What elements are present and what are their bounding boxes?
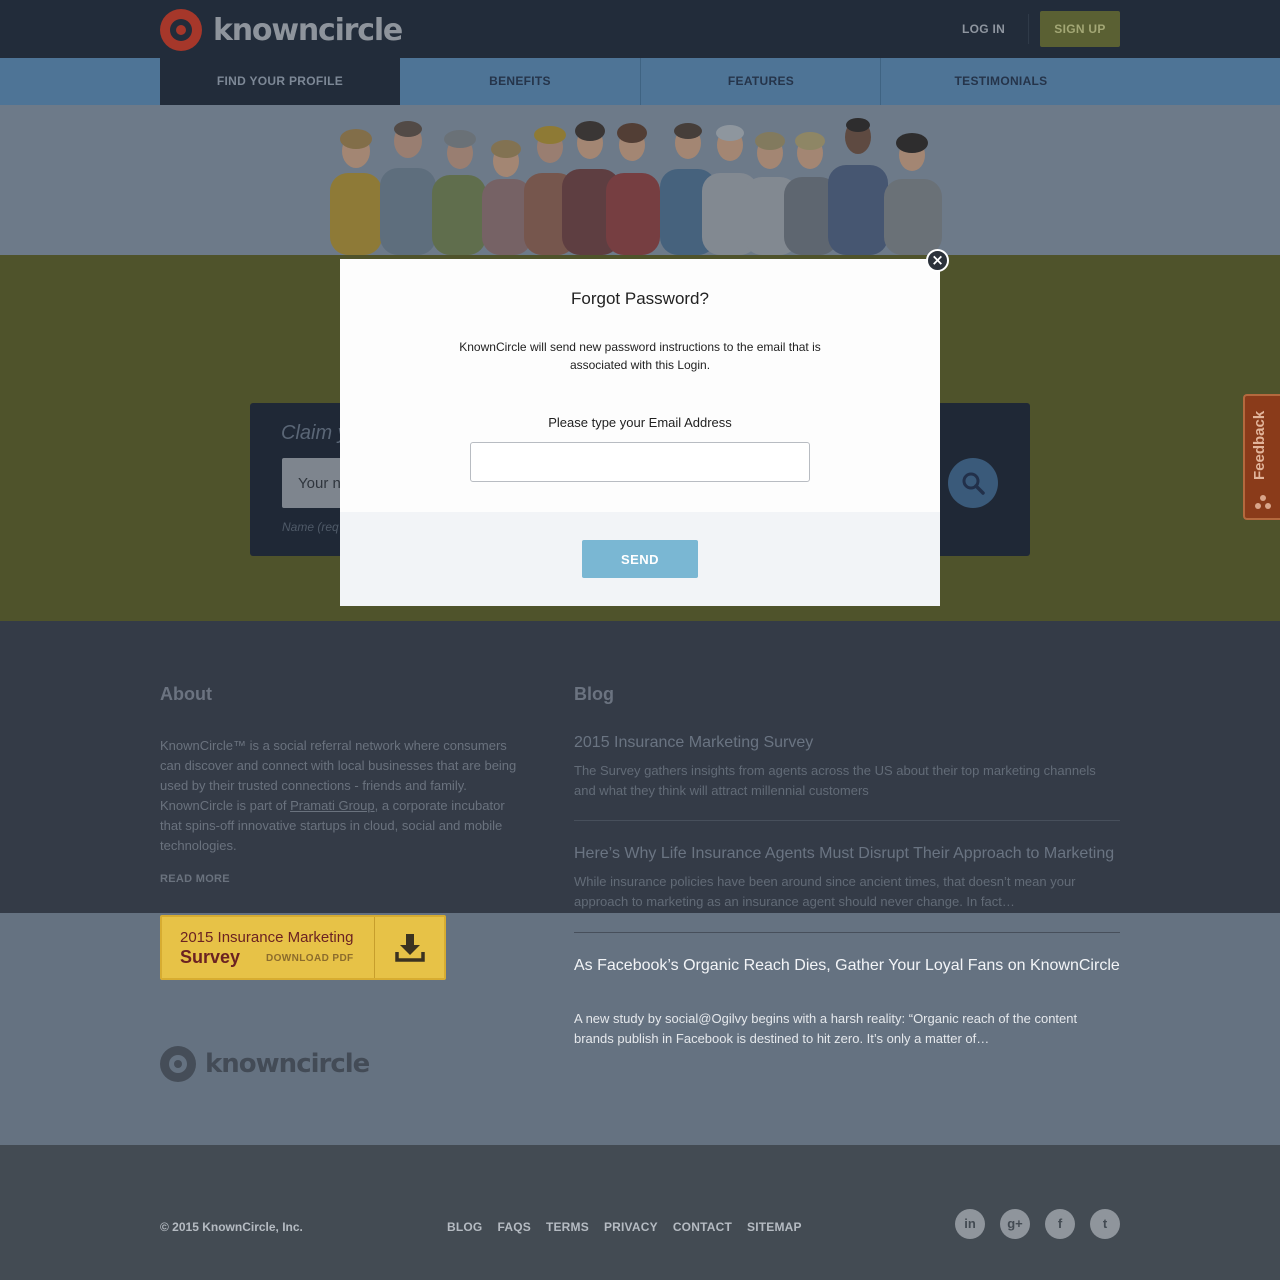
main-nav: FIND YOUR PROFILE BENEFITS FEATURES TEST… [0, 58, 1280, 105]
about-text: KnownCircle™ is a social referral networ… [160, 736, 520, 856]
footer-link-terms[interactable]: TERMS [546, 1220, 589, 1234]
feedback-label: Feedback [1251, 410, 1268, 480]
claim-hint: Name (req [282, 520, 339, 534]
bottom-links: BLOG FAQS TERMS PRIVACY CONTACT SITEMAP [447, 1220, 817, 1234]
blog-post-title[interactable]: As Facebook’s Organic Reach Dies, Gather… [574, 953, 1120, 978]
copyright: © 2015 KnownCircle, Inc. [160, 1220, 303, 1234]
survey-download-button[interactable]: 2015 Insurance Marketing Survey DOWNLOAD… [160, 915, 446, 980]
feedback-icon [1255, 495, 1271, 509]
pramati-group-link[interactable]: Pramati Group [290, 798, 375, 813]
logo[interactable]: knowncircle [160, 9, 403, 51]
nav-features[interactable]: FEATURES [641, 58, 881, 105]
survey-download-label: DOWNLOAD PDF [266, 953, 354, 964]
close-icon[interactable]: × [926, 249, 949, 272]
search-icon [962, 472, 985, 495]
feedback-tab[interactable]: Feedback [1243, 394, 1280, 520]
blog-post-excerpt: A new study by social@Ogilvy begins with… [574, 1011, 1078, 1046]
nav-testimonials[interactable]: TESTIMONIALS [881, 58, 1121, 105]
login-link[interactable]: LOG IN [962, 22, 1005, 36]
signup-button[interactable]: SIGN UP [1040, 11, 1120, 47]
hero-banner [0, 105, 1280, 255]
forgot-password-modal: Forgot Password? KnownCircle will send n… [340, 259, 940, 606]
read-more-link[interactable]: READ MORE [160, 873, 230, 885]
footer-logo[interactable]: knowncircle [160, 1046, 370, 1082]
nav-find-your-profile[interactable]: FIND YOUR PROFILE [160, 58, 400, 105]
blog-post-title[interactable]: 2015 Insurance Marketing Survey [574, 730, 1120, 755]
blog-divider [574, 820, 1120, 821]
people-group-image [330, 118, 942, 255]
modal-description: KnownCircle will send new password instr… [459, 340, 821, 372]
blog-post-excerpt: The Survey gathers insights from agents … [574, 763, 1096, 798]
footer-link-faqs[interactable]: FAQS [497, 1220, 530, 1234]
google-plus-icon[interactable]: g+ [1000, 1209, 1030, 1239]
modal-title: Forgot Password? [571, 289, 709, 308]
download-icon [395, 934, 425, 962]
knowncircle-logo-icon [160, 1046, 196, 1082]
send-button[interactable]: SEND [582, 540, 698, 578]
facebook-icon[interactable]: f [1045, 1209, 1075, 1239]
blog-post-excerpt: While insurance policies have been aroun… [574, 874, 1076, 909]
footer-link-sitemap[interactable]: SITEMAP [747, 1220, 802, 1234]
blog-divider [574, 932, 1120, 933]
about-heading: About [160, 684, 212, 704]
survey-subtitle: Survey [180, 947, 241, 967]
search-button[interactable] [948, 458, 998, 508]
footer-logo-text: knowncircle [205, 1049, 370, 1079]
knowncircle-logo-icon [160, 9, 202, 51]
header-divider [1028, 14, 1029, 44]
logo-text: knowncircle [213, 12, 403, 48]
email-label: Please type your Email Address [548, 415, 732, 430]
twitter-icon[interactable]: t [1090, 1209, 1120, 1239]
linkedin-icon[interactable]: in [955, 1209, 985, 1239]
blog-post-title[interactable]: Here’s Why Life Insurance Agents Must Di… [574, 841, 1120, 866]
footer-link-blog[interactable]: BLOG [447, 1220, 482, 1234]
bottom-bar [0, 1145, 1280, 1280]
nav-benefits[interactable]: BENEFITS [400, 58, 640, 105]
footer-link-contact[interactable]: CONTACT [673, 1220, 732, 1234]
email-field[interactable] [470, 442, 810, 482]
survey-title: 2015 Insurance Marketing [180, 929, 354, 946]
survey-divider [374, 917, 375, 978]
footer-link-privacy[interactable]: PRIVACY [604, 1220, 658, 1234]
claim-title: Claim y [281, 422, 348, 444]
blog-heading: Blog [574, 684, 614, 704]
